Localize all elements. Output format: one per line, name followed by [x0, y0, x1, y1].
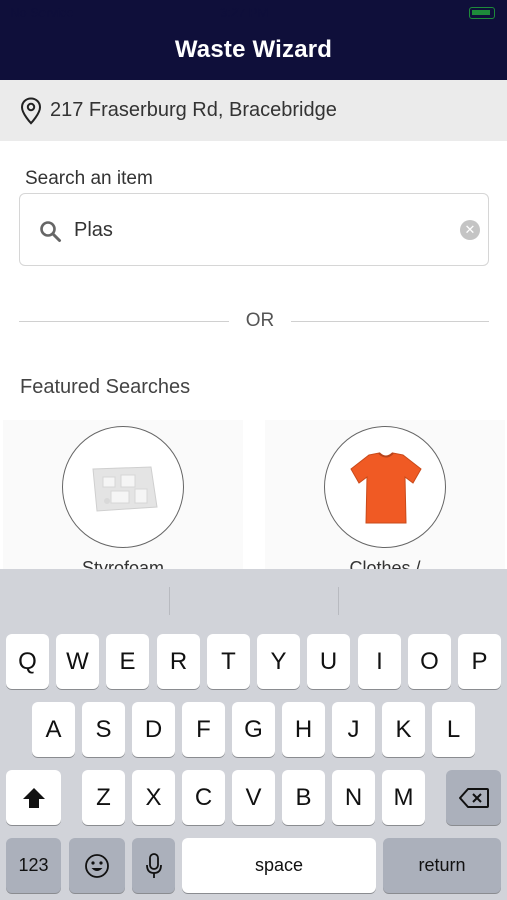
tshirt-image	[324, 426, 446, 548]
status-bar: No Service 3:27 PM	[0, 0, 507, 26]
app-header: No Service 3:27 PM Waste Wizard	[0, 0, 507, 80]
space-key[interactable]: space	[182, 838, 376, 893]
key-r[interactable]: R	[157, 634, 200, 689]
search-label: Search an item	[25, 168, 153, 189]
suggestion-separator	[338, 587, 339, 615]
battery-icon	[469, 7, 495, 19]
featured-searches-title: Featured Searches	[20, 376, 191, 398]
dictation-key[interactable]	[132, 838, 175, 893]
clock-text: 3:27 PM	[220, 5, 269, 20]
suggestion-bar	[0, 569, 507, 631]
key-d[interactable]: D	[132, 702, 175, 757]
key-l[interactable]: L	[432, 702, 475, 757]
key-j[interactable]: J	[332, 702, 375, 757]
key-k[interactable]: K	[382, 702, 425, 757]
backspace-icon	[458, 788, 489, 808]
key-b[interactable]: B	[282, 770, 325, 825]
key-w[interactable]: W	[56, 634, 99, 689]
styrofoam-image	[62, 426, 184, 548]
key-p[interactable]: P	[458, 634, 501, 689]
key-h[interactable]: H	[282, 702, 325, 757]
page-title: Waste Wizard	[174, 36, 333, 63]
clear-search-icon[interactable]: ✕	[460, 220, 480, 240]
or-divider: OR	[19, 310, 489, 331]
key-e[interactable]: E	[106, 634, 149, 689]
key-y[interactable]: Y	[257, 634, 300, 689]
key-i[interactable]: I	[358, 634, 401, 689]
featured-item-clothes[interactable]: Clothes /	[265, 420, 505, 578]
or-text: OR	[245, 310, 275, 331]
address-bar[interactable]: 217 Fraserburg Rd, Bracebridge	[0, 80, 507, 141]
key-m[interactable]: M	[382, 770, 425, 825]
key-f[interactable]: F	[182, 702, 225, 757]
shift-key[interactable]	[6, 770, 61, 825]
shift-icon	[22, 788, 45, 808]
key-o[interactable]: O	[408, 634, 451, 689]
key-v[interactable]: V	[232, 770, 275, 825]
key-n[interactable]: N	[332, 770, 375, 825]
key-x[interactable]: X	[132, 770, 175, 825]
return-key[interactable]: return	[383, 838, 501, 893]
numbers-key[interactable]: 123	[6, 838, 61, 893]
carrier-text: No Service	[10, 5, 74, 20]
search-field[interactable]: ✕	[19, 193, 489, 266]
divider-line-left	[19, 321, 229, 322]
delete-key[interactable]	[446, 770, 501, 825]
key-q[interactable]: Q	[6, 634, 49, 689]
key-u[interactable]: U	[307, 634, 350, 689]
onscreen-keyboard: Q W E R T Y U I O P A S D F G H J K L Z …	[0, 569, 507, 900]
key-z[interactable]: Z	[82, 770, 125, 825]
key-c[interactable]: C	[182, 770, 225, 825]
key-a[interactable]: A	[32, 702, 75, 757]
featured-item-styrofoam[interactable]: Styrofoam	[3, 420, 243, 578]
key-g[interactable]: G	[232, 702, 275, 757]
emoji-key[interactable]	[69, 838, 125, 893]
address-text: 217 Fraserburg Rd, Bracebridge	[50, 99, 337, 121]
location-pin-icon	[20, 97, 42, 125]
key-s[interactable]: S	[82, 702, 125, 757]
microphone-icon	[145, 853, 162, 878]
suggestion-separator	[169, 587, 170, 615]
emoji-icon	[85, 854, 109, 878]
search-input[interactable]	[74, 216, 444, 244]
key-t[interactable]: T	[207, 634, 250, 689]
divider-line-right	[291, 321, 489, 322]
search-icon	[40, 221, 61, 242]
